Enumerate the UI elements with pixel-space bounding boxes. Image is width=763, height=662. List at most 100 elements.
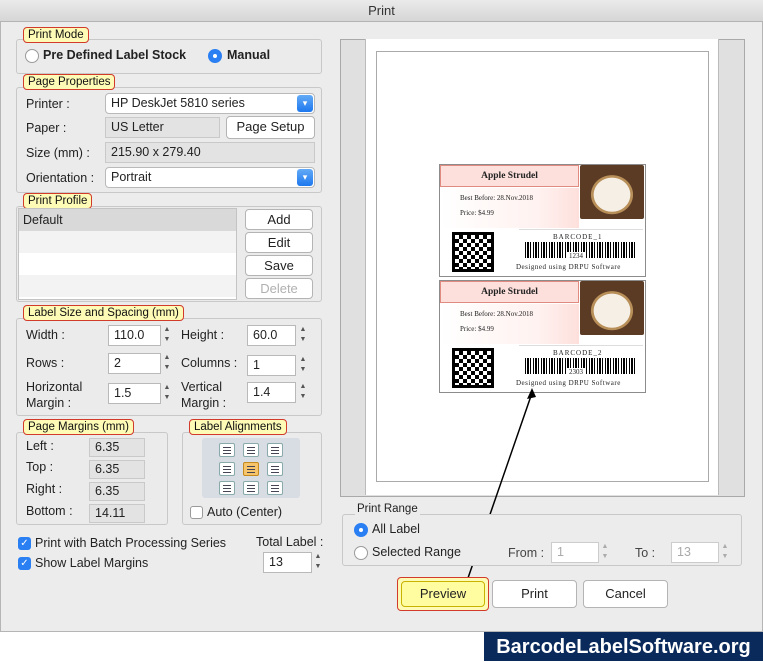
orientation-value: Portrait <box>111 170 152 184</box>
margin-bottom-label: Bottom : <box>26 504 73 518</box>
label-price: Price: $4.99 <box>460 209 494 217</box>
to-input[interactable]: 13 <box>671 542 719 563</box>
to-label: To : <box>635 546 656 560</box>
selected-range-text[interactable]: Selected Range <box>372 545 461 559</box>
total-label-stepper-icon[interactable]: ▲ ▼ <box>313 552 323 573</box>
printer-value: HP DeskJet 5810 series <box>111 96 245 110</box>
label-best-before: Best Before: 28.Nov.2018 <box>460 194 534 202</box>
label-barcode-title: BARCODE_2 <box>553 349 603 357</box>
print-mode-title: Print Mode <box>23 27 89 43</box>
page-properties-title: Page Properties <box>23 74 116 90</box>
align-middle-center-icon[interactable] <box>243 462 259 476</box>
manual-radio[interactable] <box>208 49 222 63</box>
profile-list[interactable]: Default <box>18 208 237 300</box>
label-size-title: Label Size and Spacing (mm) <box>23 305 184 321</box>
printer-select[interactable]: HP DeskJet 5810 series ▾ <box>105 93 315 114</box>
hmargin-stepper-icon[interactable]: ▲ ▼ <box>162 383 172 404</box>
list-item-empty <box>19 253 236 275</box>
size-field: 215.90 x 279.40 <box>105 142 315 163</box>
edit-profile-button[interactable]: Edit <box>245 232 313 253</box>
align-top-left-icon[interactable] <box>219 443 235 457</box>
height-input[interactable]: 60.0 <box>247 325 296 346</box>
selected-range-radio[interactable] <box>354 546 368 560</box>
predefined-radio[interactable] <box>25 49 39 63</box>
add-profile-button[interactable]: Add <box>245 209 313 230</box>
vmargin-label-line2: Margin : <box>181 396 227 410</box>
cancel-button[interactable]: Cancel <box>583 580 668 608</box>
hmargin-label-line1: Horizontal <box>26 380 83 394</box>
orientation-select[interactable]: Portrait ▾ <box>105 167 315 188</box>
show-margins-checkbox[interactable]: ✓ <box>18 557 31 570</box>
margin-right-field: 6.35 <box>89 482 145 501</box>
from-stepper-icon[interactable]: ▲ ▼ <box>600 542 610 563</box>
manual-label[interactable]: Manual <box>227 48 270 62</box>
window-title: Print <box>0 0 763 22</box>
rows-label: Rows : <box>26 356 65 370</box>
batch-checkbox[interactable]: ✓ <box>18 537 31 550</box>
print-profile-title: Print Profile <box>23 193 93 209</box>
label-product-name: Apple Strudel <box>440 281 579 303</box>
height-label: Height : <box>181 328 225 342</box>
total-label-input[interactable]: 13 <box>263 552 312 573</box>
vmargin-stepper-icon[interactable]: ▲ ▼ <box>298 382 308 403</box>
print-button[interactable]: Print <box>492 580 577 608</box>
align-middle-left-icon[interactable] <box>219 462 235 476</box>
all-label-text[interactable]: All Label <box>372 522 420 536</box>
rows-input[interactable]: 2 <box>108 353 161 374</box>
align-bottom-center-icon[interactable] <box>243 481 259 495</box>
label-product-name: Apple Strudel <box>440 165 579 187</box>
to-stepper-icon[interactable]: ▲ ▼ <box>720 542 730 563</box>
margin-left-label: Left : <box>26 439 54 453</box>
align-middle-right-icon[interactable] <box>267 462 283 476</box>
delete-profile-button[interactable]: Delete <box>245 278 313 299</box>
auto-center-label[interactable]: Auto (Center) <box>207 505 282 519</box>
label-footer: Designed using DRPU Software <box>516 263 621 271</box>
margin-left-field: 6.35 <box>89 438 145 457</box>
product-image <box>580 281 644 335</box>
size-label: Size (mm) : <box>26 146 90 160</box>
align-bottom-left-icon[interactable] <box>219 481 235 495</box>
product-image <box>580 165 644 219</box>
chevron-down-icon: ▾ <box>297 169 313 186</box>
branding-banner: BarcodeLabelSoftware.org <box>484 632 763 661</box>
margin-top-field: 6.35 <box>89 460 145 479</box>
predefined-label[interactable]: Pre Defined Label Stock <box>43 48 186 62</box>
arrow-head-icon <box>527 388 536 399</box>
chevron-down-icon: ▾ <box>297 95 313 112</box>
page-margins-title: Page Margins (mm) <box>23 419 134 435</box>
columns-stepper-icon[interactable]: ▲ ▼ <box>298 355 308 376</box>
columns-label: Columns : <box>181 356 238 370</box>
hmargin-label-line2: Margin : <box>26 396 72 410</box>
align-top-center-icon[interactable] <box>243 443 259 457</box>
from-label: From : <box>508 546 545 560</box>
margin-right-label: Right : <box>26 482 63 496</box>
label-alignments-title: Label Alignments <box>189 419 287 435</box>
align-bottom-right-icon[interactable] <box>267 481 283 495</box>
list-item-empty <box>19 275 236 297</box>
width-stepper-icon[interactable]: ▲ ▼ <box>162 325 172 346</box>
label-barcode-value: 2303 <box>567 368 585 376</box>
batch-label[interactable]: Print with Batch Processing Series <box>35 536 226 550</box>
save-profile-button[interactable]: Save <box>245 255 313 276</box>
from-input[interactable]: 1 <box>551 542 599 563</box>
width-label: Width : <box>26 328 65 342</box>
width-input[interactable]: 110.0 <box>108 325 161 346</box>
all-label-radio[interactable] <box>354 523 368 537</box>
auto-center-checkbox[interactable] <box>190 506 203 519</box>
list-item[interactable]: Default <box>19 209 236 231</box>
page-setup-button[interactable]: Page Setup <box>226 116 315 139</box>
paper-label: Paper : <box>26 121 67 135</box>
label-best-before: Best Before: 28.Nov.2018 <box>460 310 534 318</box>
show-margins-label[interactable]: Show Label Margins <box>35 556 148 570</box>
rows-stepper-icon[interactable]: ▲ ▼ <box>162 353 172 374</box>
vmargin-input[interactable]: 1.4 <box>247 382 296 403</box>
hmargin-input[interactable]: 1.5 <box>108 383 161 404</box>
align-top-right-icon[interactable] <box>267 443 283 457</box>
total-label-caption: Total Label : <box>256 535 324 549</box>
label-price: Price: $4.99 <box>460 325 494 333</box>
height-stepper-icon[interactable]: ▲ ▼ <box>298 325 308 346</box>
columns-input[interactable]: 1 <box>247 355 296 376</box>
label-barcode-value: 1234 <box>567 252 585 260</box>
orientation-label: Orientation : <box>26 171 95 185</box>
preview-button[interactable]: Preview <box>401 581 485 607</box>
